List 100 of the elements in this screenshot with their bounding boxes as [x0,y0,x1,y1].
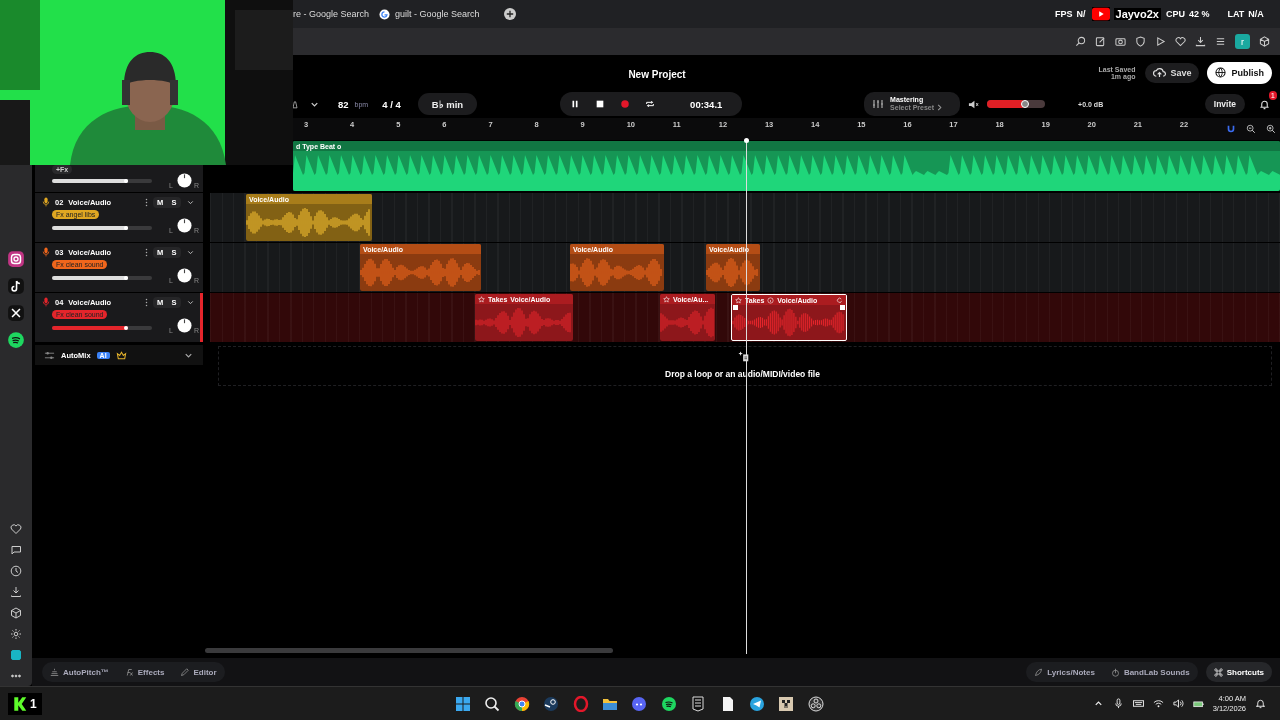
command-key-icon [1213,667,1223,677]
epic-games-icon[interactable] [690,695,707,712]
tool-button[interactable]: Editor [172,667,225,677]
bell-icon[interactable] [1259,98,1270,110]
metronome-icon[interactable] [291,98,299,110]
horizontal-scrollbar[interactable] [205,648,613,653]
sliders-icon [44,349,55,361]
spotify-icon[interactable] [660,695,677,712]
record-icon[interactable] [620,99,631,109]
x-logo-icon[interactable] [7,304,25,322]
new-tab-button[interactable] [503,8,516,20]
play-icon[interactable] [1155,36,1166,47]
instagram-icon[interactable] [7,250,25,268]
steam-icon[interactable] [543,695,560,712]
opera-icon[interactable] [572,695,589,712]
volume-icon[interactable] [1172,698,1184,709]
volume-fader[interactable] [52,226,152,230]
chrome-icon[interactable] [513,695,530,712]
loop-icon[interactable] [645,99,656,109]
globe-icon [1215,67,1227,78]
star-icon [478,295,485,303]
pan-knob[interactable] [177,218,192,233]
channel-name: Jayvo2x [1113,8,1161,20]
cube-icon[interactable] [10,607,22,619]
zoom-out-icon[interactable] [1245,124,1256,134]
google-icon [379,8,391,20]
search-icon[interactable] [1075,36,1086,47]
invite-button[interactable]: Invite [1204,94,1245,114]
fps-value: N/ [1076,9,1086,19]
pitch-icon [50,667,59,677]
settings-icon[interactable] [10,628,22,640]
feather-icon [1034,667,1044,677]
microphone-icon [42,297,50,307]
magnet-icon[interactable] [1225,124,1236,134]
windows-start-icon[interactable] [455,695,471,712]
publish-button[interactable]: Publish [1207,61,1272,84]
star-icon [663,295,670,303]
heart-icon[interactable] [10,523,22,535]
menu-icon[interactable] [1215,36,1226,47]
playback-time: 00:34.1 [690,98,723,110]
clock-icon[interactable] [10,565,22,577]
browser-tab[interactable]: guilt - Google Search [377,4,488,24]
obs-icon[interactable] [807,695,824,712]
wifi-icon[interactable] [1152,698,1164,709]
microphone-icon [42,247,50,257]
keyboard-icon[interactable] [1132,698,1144,709]
loop-icon [836,296,843,304]
fps-label: FPS [1055,9,1073,19]
telegram-icon[interactable] [748,695,765,712]
tempo-value[interactable]: 82 [338,98,349,110]
microphone-icon[interactable] [1112,698,1124,709]
cpu-value: 42 % [1188,9,1210,19]
pan-knob[interactable] [177,173,192,188]
panel-button[interactable]: Lyrics/Notes [1026,667,1103,677]
tiktok-icon[interactable] [7,277,25,295]
volume-fader[interactable] [52,276,152,280]
star-icon [735,296,742,304]
pause-icon[interactable] [570,99,581,109]
app-icon[interactable] [10,649,22,661]
cpu-label: CPU [1165,9,1185,19]
app-badge[interactable]: 1 [8,692,42,715]
volume-slider[interactable] [987,100,1046,108]
chat-icon[interactable] [10,544,22,556]
pencil-icon [180,667,190,677]
browser-tab[interactable]: re - Google Search [293,4,378,24]
tool-button[interactable]: Effects [116,667,173,677]
time-signature[interactable]: 4 / 4 [382,98,401,110]
latency-label: LAT [1227,9,1245,19]
chevron-right-icon [936,104,944,112]
key-button[interactable]: B♭ min [417,93,478,115]
volume-fader[interactable] [52,326,152,330]
notification-bell-icon[interactable] [1255,698,1266,709]
pan-knob[interactable] [177,318,192,333]
stop-icon[interactable] [595,99,606,109]
shield-icon[interactable] [1135,36,1146,47]
creeper-icon[interactable] [778,695,795,712]
download-icon[interactable] [1195,36,1206,47]
tool-button[interactable]: AutoPitch™ [42,667,117,677]
cube-icon[interactable] [1259,36,1270,47]
shortcuts-button[interactable]: Shortcuts [1205,662,1272,682]
zoom-in-icon[interactable] [1265,124,1276,134]
panel-button[interactable]: BandLab Sounds [1102,667,1198,677]
volume-fader[interactable] [52,178,152,183]
info-icon [767,296,775,304]
speaker-icon[interactable] [968,98,980,110]
edit-icon[interactable] [1095,36,1106,47]
k-logo-icon [13,695,27,712]
camera-icon[interactable] [1115,36,1126,47]
cloud-upload-icon [1153,67,1167,78]
spotify-icon[interactable] [7,331,25,349]
battery-icon[interactable] [1192,698,1204,709]
heart-icon[interactable] [1175,36,1186,47]
discord-icon[interactable] [631,695,648,712]
download-icon[interactable] [10,586,22,598]
pan-knob[interactable] [177,268,192,283]
save-button[interactable]: Save [1145,62,1200,83]
microphone-icon [42,197,50,207]
crown-icon [115,349,127,361]
search-icon[interactable] [484,695,501,712]
drag-file-cursor-icon [738,351,750,363]
